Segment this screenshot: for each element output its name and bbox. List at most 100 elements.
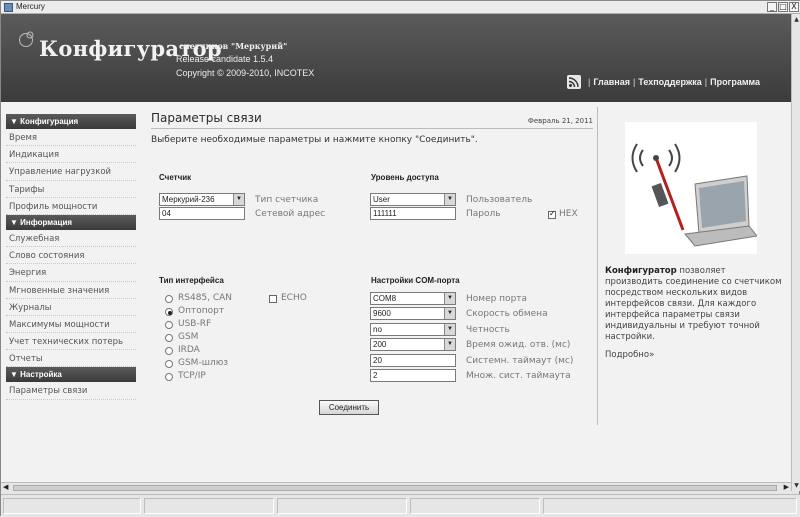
sidebar-item-energy[interactable]: Энергия xyxy=(6,264,136,282)
chevron-down-icon: ▼ xyxy=(444,308,455,319)
network-address-label: Сетевой адрес xyxy=(255,209,326,219)
chevron-down-icon: ▼ xyxy=(233,194,244,205)
sidebar-section-setup[interactable]: ▼ Настройка xyxy=(6,367,136,383)
status-cell xyxy=(543,498,797,514)
more-link[interactable]: Подробно» xyxy=(605,350,654,360)
minimize-button[interactable]: _ xyxy=(767,2,777,12)
com-port-select[interactable]: COM8 ▼ xyxy=(370,292,456,305)
sidebar-item-service[interactable]: Служебная xyxy=(6,230,136,248)
response-wait-select[interactable]: 200 ▼ xyxy=(370,338,456,351)
sidebar-item-connection-params[interactable]: Параметры связи xyxy=(6,382,136,400)
chevron-down-icon: ▼ xyxy=(444,293,455,304)
access-level-select[interactable]: User ▼ xyxy=(370,193,456,206)
timeout-multiplier-input[interactable]: 2 xyxy=(370,369,456,382)
radio-usb-rf[interactable] xyxy=(165,321,173,329)
echo-label: ECHO xyxy=(281,293,307,303)
app-window: Mercury _ □ X Конфигуратор счетчиков "Ме… xyxy=(0,0,800,517)
aside-lead: Конфигуратор xyxy=(605,266,677,276)
access-level-label: Пользователь xyxy=(466,195,533,205)
app-subtitle: счетчиков "Меркурий" xyxy=(179,41,288,51)
page-title: Параметры связи xyxy=(151,111,262,125)
scroll-right-icon[interactable]: ▶ xyxy=(784,483,789,491)
status-cell xyxy=(410,498,540,514)
baud-rate-value: 9600 xyxy=(373,309,391,318)
radio-optoport-label: Оптопорт xyxy=(178,306,225,316)
meter-type-value: Меркурий-236 xyxy=(162,195,215,204)
chevron-down-icon: ▼ xyxy=(444,339,455,350)
column-divider xyxy=(597,107,598,425)
aside-description: Конфигуратор позволяет производить соеди… xyxy=(605,266,783,343)
nav-link-program[interactable]: Программа xyxy=(710,77,760,87)
vertical-scrollbar[interactable]: ▲ ▼ xyxy=(791,14,800,491)
scroll-left-icon[interactable]: ◀ xyxy=(3,483,8,491)
status-bar xyxy=(1,494,800,517)
radio-gsm[interactable] xyxy=(165,334,173,342)
com-group-title: Настройки COM-порта xyxy=(371,276,460,285)
title-divider xyxy=(151,128,593,129)
radio-usb-rf-label: USB-RF xyxy=(178,319,212,329)
com-port-value: COM8 xyxy=(373,294,397,303)
content-area: ▼ Конфигурация Время Индикация Управлени… xyxy=(1,102,791,482)
window-controls: _ □ X xyxy=(767,2,799,12)
sidebar-item-load-control[interactable]: Управление нагрузкой xyxy=(6,163,136,181)
sidebar-item-status-word[interactable]: Слово состояния xyxy=(6,247,136,265)
sidebar-item-tech-losses[interactable]: Учет технических потерь xyxy=(6,333,136,351)
radio-tcpip[interactable] xyxy=(165,373,173,381)
radio-rs485[interactable] xyxy=(165,295,173,303)
sidebar-item-journals[interactable]: Журналы xyxy=(6,299,136,316)
sidebar: ▼ Конфигурация Время Индикация Управлени… xyxy=(6,114,136,400)
radio-tcpip-label: TCP/IP xyxy=(178,371,206,381)
radio-optoport[interactable] xyxy=(165,308,173,316)
main-panel: Параметры связи Февраль 21, 2011 Выберит… xyxy=(151,111,593,431)
meter-group-title: Счетчик xyxy=(159,173,192,182)
sidebar-section-info[interactable]: ▼ Информация xyxy=(6,214,136,230)
radio-irda-label: IRDA xyxy=(178,345,200,355)
sidebar-item-power-profile[interactable]: Профиль мощности xyxy=(6,198,136,215)
hex-checkbox[interactable] xyxy=(548,209,556,219)
radio-irda[interactable] xyxy=(165,347,173,355)
password-input[interactable]: 111111 xyxy=(370,207,456,220)
logo-icon xyxy=(19,31,34,47)
timeout-multiplier-label: Множ. сист. таймаута xyxy=(466,371,571,381)
sidebar-item-tariffs[interactable]: Тарифы xyxy=(6,181,136,198)
connect-button[interactable]: Соединить xyxy=(319,400,379,415)
chevron-down-icon: ▼ xyxy=(444,194,455,205)
app-icon xyxy=(4,3,13,12)
parity-label: Четность xyxy=(466,325,510,335)
radio-gsm-label: GSM xyxy=(178,332,199,342)
sidebar-section-config[interactable]: ▼ Конфигурация xyxy=(6,114,136,129)
parity-select[interactable]: no ▼ xyxy=(370,323,456,336)
release-text: Release candidate 1.5.4 xyxy=(176,54,274,64)
network-address-input[interactable]: 04 xyxy=(159,207,245,220)
radio-gsm-gateway[interactable] xyxy=(165,360,173,368)
scroll-up-icon[interactable]: ▲ xyxy=(792,15,800,24)
echo-checkbox[interactable] xyxy=(269,295,277,303)
system-timeout-input[interactable]: 20 xyxy=(370,354,456,367)
access-group-title: Уровень доступа xyxy=(371,173,439,182)
wireless-laptop-illustration xyxy=(625,122,757,254)
nav-link-support[interactable]: Техподдержка xyxy=(638,77,701,87)
rss-icon[interactable] xyxy=(567,75,581,89)
horizontal-scroll-thumb[interactable] xyxy=(13,485,777,491)
aside-body: позволяет производить соединение со счет… xyxy=(605,266,782,342)
meter-type-select[interactable]: Меркурий-236 ▼ xyxy=(159,193,245,206)
top-nav: | Главная | Техподдержка | Программа xyxy=(588,77,761,87)
maximize-button[interactable]: □ xyxy=(778,2,788,12)
password-label: Пароль xyxy=(466,209,501,219)
page-header: Конфигуратор счетчиков "Меркурий" Releas… xyxy=(1,14,791,102)
access-level-value: User xyxy=(373,195,390,204)
nav-link-home[interactable]: Главная xyxy=(593,77,630,87)
scroll-down-icon[interactable]: ▼ xyxy=(792,481,800,490)
sidebar-item-time[interactable]: Время xyxy=(6,129,136,147)
interface-group-title: Тип интерфейса xyxy=(159,276,224,285)
horizontal-scrollbar[interactable]: ◀ ▶ xyxy=(1,482,791,492)
sidebar-item-indication[interactable]: Индикация xyxy=(6,146,136,164)
close-button[interactable]: X xyxy=(789,2,799,12)
sidebar-item-reports[interactable]: Отчеты xyxy=(6,350,136,368)
sidebar-item-power-max[interactable]: Максимумы мощности xyxy=(6,316,136,334)
copyright-text: Copyright © 2009-2010, INCOTEX xyxy=(176,68,315,78)
baud-rate-select[interactable]: 9600 ▼ xyxy=(370,307,456,320)
status-cell xyxy=(3,498,141,514)
system-timeout-label: Системн. таймаут (мс) xyxy=(466,356,574,366)
sidebar-item-instant-values[interactable]: Мгновенные значения xyxy=(6,282,136,299)
